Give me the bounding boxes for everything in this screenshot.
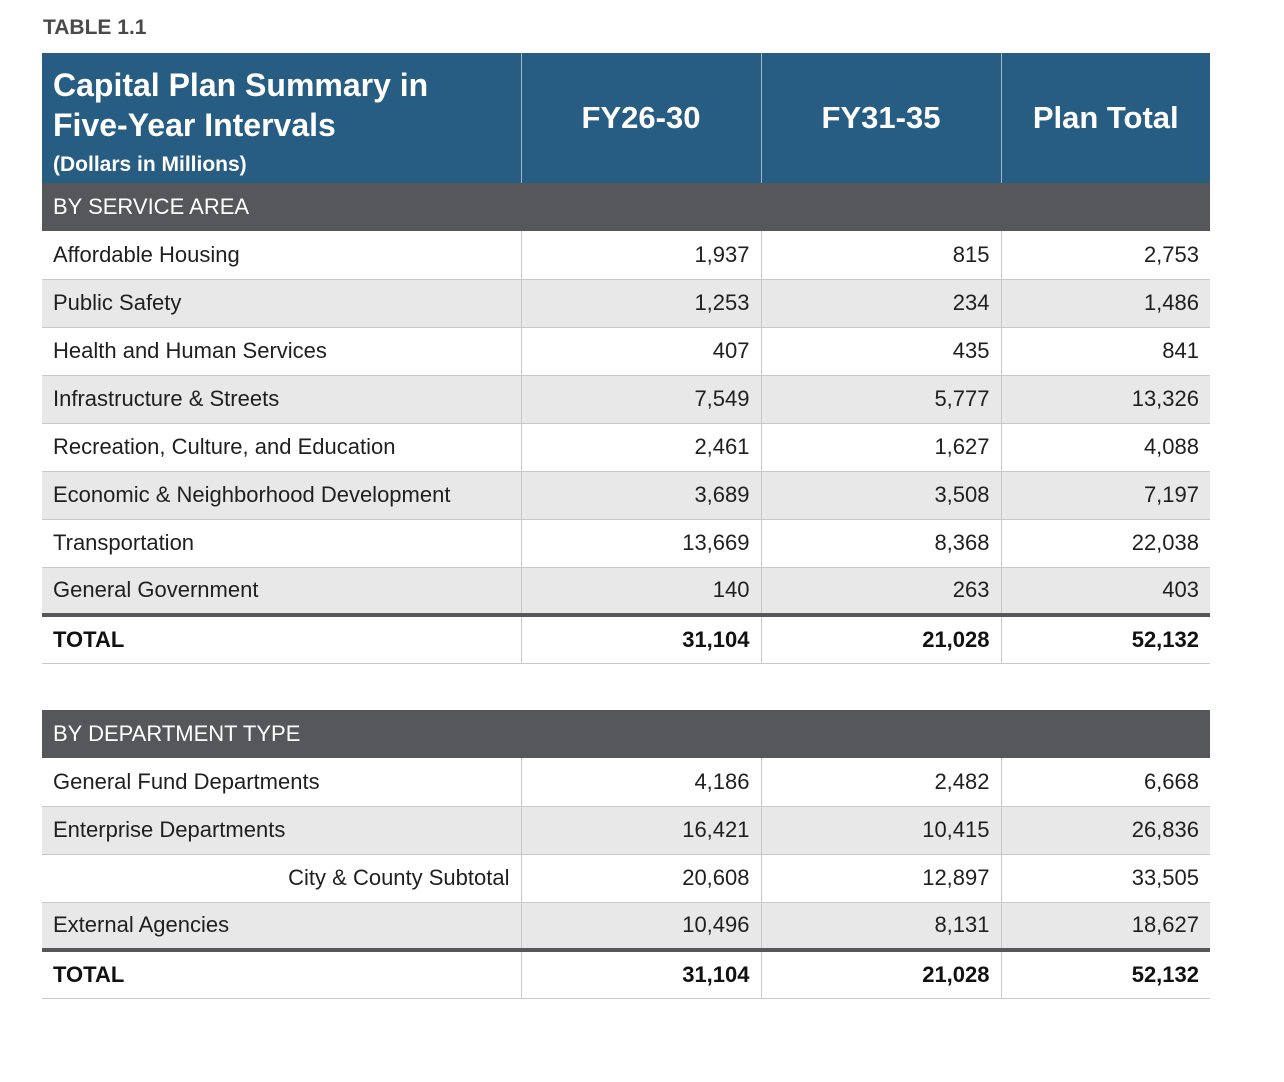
cell-fy26-30: 1,253 [520, 279, 761, 328]
cell-plan-total: 1,486 [1000, 279, 1210, 328]
cell-fy31-35: 8,131 [760, 902, 1001, 951]
cell-fy31-35: 234 [760, 279, 1001, 328]
column-header-fy26-30: FY26-30 [520, 53, 761, 183]
cell-plan-total: 4,088 [1000, 423, 1210, 472]
row-label: Health and Human Services [42, 327, 521, 376]
cell-fy31-35: 1,627 [760, 423, 1001, 472]
capital-plan-table: Capital Plan Summary in Five-Year Interv… [42, 53, 1210, 664]
cell-plan-total: 403 [1000, 567, 1210, 616]
cell-fy26-30: 20,608 [520, 854, 761, 903]
row-label: External Agencies [42, 902, 521, 951]
table-row: General Government 140 263 403 [42, 567, 1210, 616]
row-label: Recreation, Culture, and Education [42, 423, 521, 472]
cell-fy26-30: 4,186 [520, 758, 761, 807]
total-fy31-35: 21,028 [760, 613, 1001, 664]
total-fy26-30: 31,104 [520, 948, 761, 999]
cell-plan-total: 26,836 [1000, 806, 1210, 855]
cell-plan-total: 2,753 [1000, 231, 1210, 280]
row-label: Affordable Housing [42, 231, 521, 280]
cell-fy26-30: 13,669 [520, 519, 761, 568]
total-plan-total: 52,132 [1000, 613, 1210, 664]
cell-fy31-35: 12,897 [760, 854, 1001, 903]
cell-plan-total: 22,038 [1000, 519, 1210, 568]
cell-fy31-35: 5,777 [760, 375, 1001, 424]
page: TABLE 1.1 Capital Plan Summary in Five-Y… [0, 0, 1284, 1082]
cell-fy31-35: 2,482 [760, 758, 1001, 807]
cell-plan-total: 6,668 [1000, 758, 1210, 807]
total-row: TOTAL 31,104 21,028 52,132 [42, 948, 1210, 999]
section-heading: BY DEPARTMENT TYPE [42, 710, 1210, 758]
table-row: Affordable Housing 1,937 815 2,753 [42, 231, 1210, 280]
column-header-fy31-35: FY31-35 [760, 53, 1001, 183]
table-row: Public Safety 1,253 234 1,486 [42, 279, 1210, 328]
total-fy31-35: 21,028 [760, 948, 1001, 999]
table-title-line2: Five-Year Intervals [53, 107, 336, 143]
cell-fy26-30: 2,461 [520, 423, 761, 472]
table-title: Capital Plan Summary in Five-Year Interv… [42, 53, 521, 145]
row-label: Transportation [42, 519, 521, 568]
section-header-service-area: BY SERVICE AREA [42, 183, 1210, 231]
cell-plan-total: 18,627 [1000, 902, 1210, 951]
total-row: TOTAL 31,104 21,028 52,132 [42, 613, 1210, 664]
cell-plan-total: 13,326 [1000, 375, 1210, 424]
cell-plan-total: 7,197 [1000, 471, 1210, 520]
header-title-cell: Capital Plan Summary in Five-Year Interv… [42, 53, 521, 183]
cell-fy31-35: 10,415 [760, 806, 1001, 855]
cell-fy31-35: 263 [760, 567, 1001, 616]
cell-fy26-30: 7,549 [520, 375, 761, 424]
department-type-rows: General Fund Departments 4,186 2,482 6,668 E… [42, 758, 1210, 951]
table-row: Transportation 13,669 8,368 22,038 [42, 519, 1210, 568]
cell-fy31-35: 8,368 [760, 519, 1001, 568]
total-label: TOTAL [42, 613, 521, 664]
cell-fy26-30: 16,421 [520, 806, 761, 855]
cell-fy26-30: 407 [520, 327, 761, 376]
service-area-rows: Affordable Housing 1,937 815 2,753 Public Sa… [42, 231, 1210, 616]
row-label: General Fund Departments [42, 758, 521, 807]
table-row: Enterprise Departments 16,421 10,415 26,836 [42, 806, 1210, 855]
row-label: City & County Subtotal [42, 854, 521, 903]
table-row: City & County Subtotal 20,608 12,897 33,505 [42, 854, 1210, 903]
cell-fy31-35: 815 [760, 231, 1001, 280]
table-row: General Fund Departments 4,186 2,482 6,668 [42, 758, 1210, 807]
row-label: Infrastructure & Streets [42, 375, 521, 424]
section-heading: BY SERVICE AREA [42, 183, 1210, 231]
cell-fy26-30: 3,689 [520, 471, 761, 520]
cell-plan-total: 841 [1000, 327, 1210, 376]
row-label: Public Safety [42, 279, 521, 328]
column-header-plan-total: Plan Total [1000, 53, 1210, 183]
table-row: External Agencies 10,496 8,131 18,627 [42, 902, 1210, 951]
table-row: Economic & Neighborhood Development 3,689… [42, 471, 1210, 520]
total-plan-total: 52,132 [1000, 948, 1210, 999]
row-label: Economic & Neighborhood Development [42, 471, 521, 520]
table-header-row: Capital Plan Summary in Five-Year Interv… [42, 53, 1210, 183]
table-subtitle: (Dollars in Millions) [53, 153, 247, 176]
cell-plan-total: 33,505 [1000, 854, 1210, 903]
total-label: TOTAL [42, 948, 521, 999]
row-label: General Government [42, 567, 521, 616]
table-row: Infrastructure & Streets 7,549 5,777 13,326 [42, 375, 1210, 424]
table-row: Health and Human Services 407 435 841 [42, 327, 1210, 376]
table-row: Recreation, Culture, and Education 2,461 1… [42, 423, 1210, 472]
section-header-department-type: BY DEPARTMENT TYPE [42, 710, 1210, 758]
row-label: Enterprise Departments [42, 806, 521, 855]
cell-fy31-35: 435 [760, 327, 1001, 376]
table-title-line1: Capital Plan Summary in [53, 67, 429, 103]
cell-fy31-35: 3,508 [760, 471, 1001, 520]
cell-fy26-30: 140 [520, 567, 761, 616]
total-fy26-30: 31,104 [520, 613, 761, 664]
table-label: TABLE 1.1 [43, 16, 147, 39]
department-type-table: BY DEPARTMENT TYPE General Fund Departme… [42, 710, 1210, 999]
cell-fy26-30: 1,937 [520, 231, 761, 280]
cell-fy26-30: 10,496 [520, 902, 761, 951]
